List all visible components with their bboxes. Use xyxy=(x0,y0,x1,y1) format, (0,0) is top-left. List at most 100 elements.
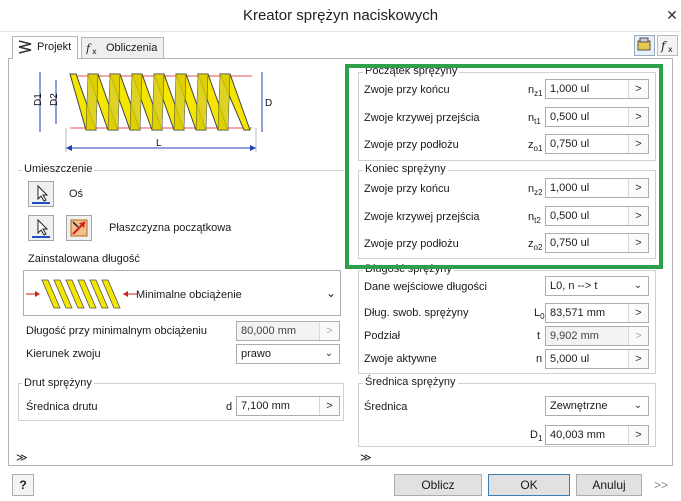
function-tab-icon: f x xyxy=(86,42,97,55)
spring-start-row-field[interactable]: 1,000 ul > xyxy=(545,79,649,99)
chevron-down-icon: ⌄ xyxy=(319,345,339,363)
function-icon: f x xyxy=(660,39,673,54)
active-coils-field[interactable]: 5,000 ul > xyxy=(545,349,649,369)
spring-start-title: Początek sprężyny xyxy=(363,65,460,77)
d1-field[interactable]: 40,003 mm > xyxy=(545,425,649,445)
diameter-type-select[interactable]: Zewnętrzne ⌄ xyxy=(545,396,649,416)
pitch-field: 9,902 mm > xyxy=(545,326,649,346)
chevron-right-icon: > xyxy=(628,327,648,345)
length-input-select[interactable]: L0, n --> t ⌄ xyxy=(545,276,649,296)
tab-obliczenia-label: Obliczenia xyxy=(106,42,158,54)
spring-start-row-symbol: nt1 xyxy=(528,112,541,127)
installed-length-value: Minimalne obciążenie xyxy=(136,289,242,301)
spring-start-row-label: Zwoje przy podłożu xyxy=(364,139,459,151)
spring-start-row-field[interactable]: 0,500 ul > xyxy=(545,107,649,127)
free-length-field[interactable]: 83,571 mm > xyxy=(545,303,649,323)
collapse-left-icon[interactable]: ≫ xyxy=(16,451,28,464)
installed-length-dropdown[interactable]: Minimalne obciążenie ⌄ xyxy=(23,270,341,316)
installed-length-label: Zainstalowana długość xyxy=(28,253,140,265)
pitch-label: Podział xyxy=(364,330,401,342)
cursor-arrow-icon xyxy=(32,218,50,238)
spring-end-row-field[interactable]: 0,500 ul > xyxy=(545,206,649,226)
d1-symbol: D1 xyxy=(530,429,543,444)
chevron-right-icon[interactable]: > xyxy=(628,108,648,126)
chevron-right-icon[interactable]: > xyxy=(628,234,648,252)
spring-diameter-title: Średnica sprężyny xyxy=(363,376,458,388)
axis-select-button[interactable] xyxy=(28,181,54,207)
min-load-length-field: 80,000 mm > xyxy=(236,321,340,341)
min-load-length-label: Długość przy minimalnym obciążeniu xyxy=(26,325,207,337)
tab-obliczenia[interactable]: f x Obliczenia xyxy=(81,37,165,58)
start-plane-select-button[interactable] xyxy=(28,215,54,241)
spring-diagram: D1 D2 D L xyxy=(33,72,272,152)
diagram-label-d2: D2 xyxy=(49,93,60,106)
wire-diameter-field[interactable]: 7,100 mm > xyxy=(236,396,340,416)
spring-end-row-label: Zwoje krzywej przejścia xyxy=(364,211,480,223)
coil-direction-select[interactable]: prawo ⌄ xyxy=(236,344,340,364)
chevron-right-icon[interactable]: > xyxy=(628,179,648,197)
diameter-type-value: Zewnętrzne xyxy=(550,400,608,412)
window-title: Kreator sprężyn naciskowych xyxy=(242,7,439,24)
spring-start-row-field[interactable]: 0,750 ul > xyxy=(545,134,649,154)
chevron-right-icon[interactable]: > xyxy=(628,304,648,322)
spring-preview-icon xyxy=(26,279,138,309)
spring-end-row-value: 0,750 ul xyxy=(550,237,590,249)
diagram-label-d1: D1 xyxy=(33,93,44,106)
spring-start-row-value: 1,000 ul xyxy=(550,83,590,95)
close-icon[interactable]: ✕ xyxy=(665,8,679,22)
chevron-right-icon[interactable]: > xyxy=(628,207,648,225)
flip-direction-button[interactable] xyxy=(66,215,92,241)
active-coils-label: Zwoje aktywne xyxy=(364,353,437,365)
spring-end-row-field[interactable]: 1,000 ul > xyxy=(545,178,649,198)
wire-diameter-symbol: d xyxy=(226,401,233,413)
spring-end-row-label: Zwoje przy podłożu xyxy=(364,238,459,250)
wire-diameter-label: Średnica drutu xyxy=(26,401,98,413)
spring-start-row-value: 0,750 ul xyxy=(550,138,590,150)
free-length-label: Dług. swob. sprężyny xyxy=(364,307,469,319)
spring-start-row-value: 0,500 ul xyxy=(550,111,590,123)
flip-direction-icon xyxy=(70,219,88,237)
svg-text:f: f xyxy=(660,39,668,53)
wire-diameter-value: 7,100 mm xyxy=(241,400,290,412)
min-load-length-value: 80,000 mm xyxy=(241,325,297,337)
spring-end-row-symbol: zo2 xyxy=(528,238,543,253)
spring-end-row-symbol: nz2 xyxy=(528,183,543,198)
free-length-symbol: L0 xyxy=(534,307,545,322)
spring-end-row-value: 1,000 ul xyxy=(550,182,590,194)
start-plane-label: Płaszczyzna początkowa xyxy=(109,222,232,234)
pitch-value: 9,902 mm xyxy=(550,330,599,342)
chevron-right-icon[interactable]: > xyxy=(628,80,648,98)
spring-view-icon xyxy=(637,37,651,51)
diagram-label-l: L xyxy=(156,138,162,149)
spring-end-row-field[interactable]: 0,750 ul > xyxy=(545,233,649,253)
coil-direction-label: Kierunek zwoju xyxy=(26,348,101,360)
spring-length-title: Długość sprężyny xyxy=(363,263,454,275)
free-length-value: 83,571 mm xyxy=(550,307,606,319)
chevron-right-icon[interactable]: > xyxy=(319,397,339,415)
tab-projekt[interactable]: Projekt xyxy=(12,36,79,59)
cancel-button[interactable]: Anuluj xyxy=(576,474,642,496)
spring-start-row-label: Zwoje krzywej przejścia xyxy=(364,112,480,124)
chevron-right-icon[interactable]: > xyxy=(628,135,648,153)
chevron-right-icon[interactable]: > xyxy=(628,350,648,368)
spring-view-button[interactable] xyxy=(634,35,655,56)
wire-title: Drut sprężyny xyxy=(22,377,94,389)
spring-end-row-symbol: nt2 xyxy=(528,211,541,226)
calculate-button[interactable]: Oblicz xyxy=(394,474,482,496)
help-button[interactable]: ? xyxy=(12,474,34,496)
cursor-arrow-icon xyxy=(32,184,50,204)
axis-label: Oś xyxy=(69,188,84,200)
active-coils-value: 5,000 ul xyxy=(550,353,590,365)
spring-start-row-label: Zwoje przy końcu xyxy=(364,84,450,96)
chevron-right-icon[interactable]: > xyxy=(628,426,648,444)
diagram-label-d: D xyxy=(265,98,272,109)
more-button[interactable]: >> xyxy=(654,478,668,492)
chevron-down-icon: ⌄ xyxy=(628,397,648,415)
svg-text:x: x xyxy=(668,45,673,54)
formula-view-button[interactable]: f x xyxy=(657,35,678,56)
spring-diameter-label: Średnica xyxy=(364,401,408,413)
length-input-value: L0, n --> t xyxy=(550,280,598,292)
ok-button[interactable]: OK xyxy=(488,474,570,496)
collapse-right-icon[interactable]: ≫ xyxy=(360,451,372,464)
spring-end-row-value: 0,500 ul xyxy=(550,210,590,222)
